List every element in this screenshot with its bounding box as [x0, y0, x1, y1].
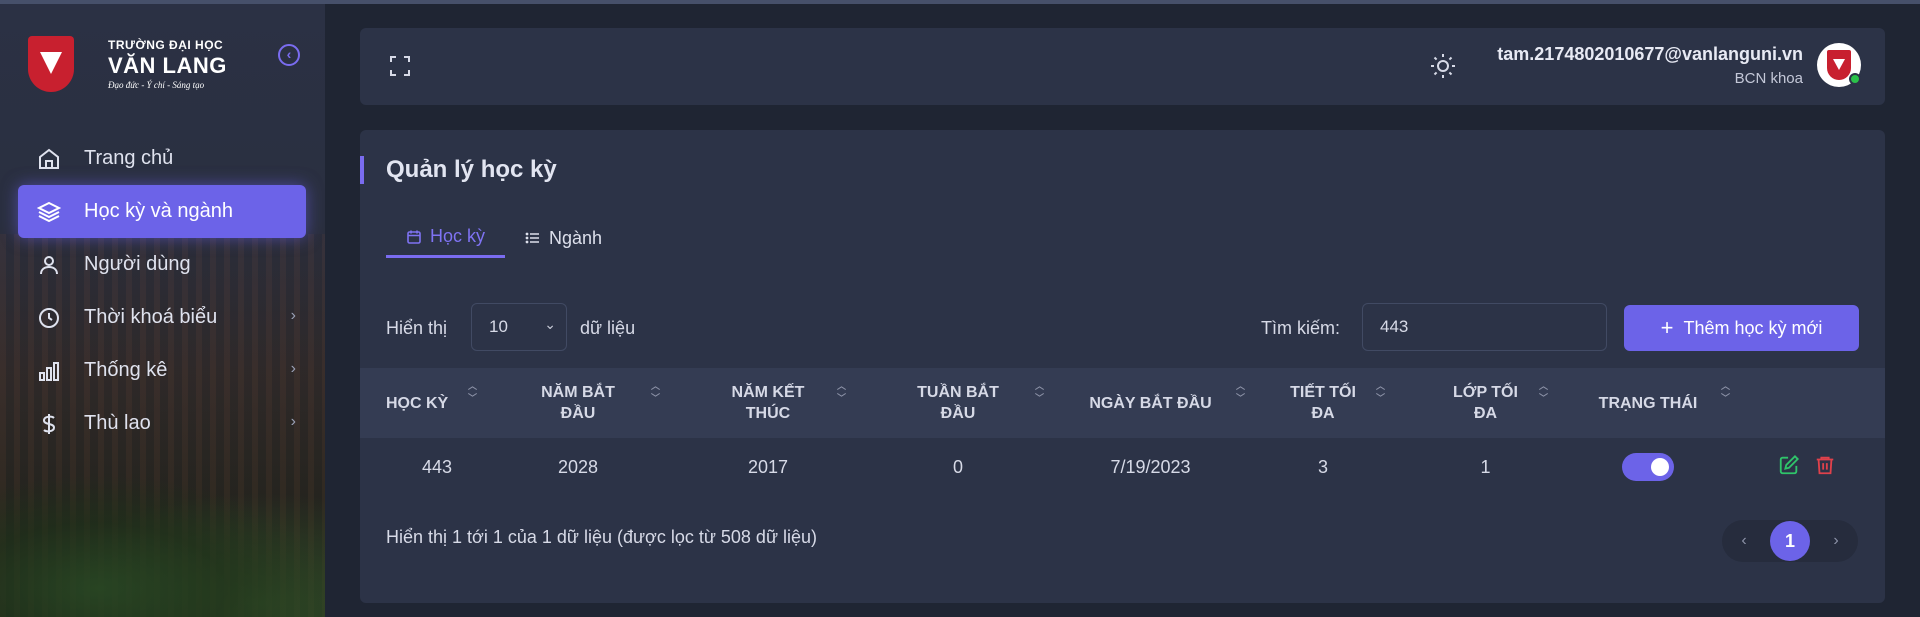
table-header-row: HỌC KỲ ︿ ﹀ NĂM BẮT ĐẦU ︿ ﹀ NĂM KẾT THÚC ︿ ﹀…: [360, 368, 1885, 438]
cell-hoc-ky: 443: [422, 456, 453, 477]
edit-icon[interactable]: [1778, 454, 1800, 481]
add-semester-button[interactable]: + Thêm học kỳ mới: [1624, 305, 1859, 351]
logo-shield-icon: [1827, 50, 1851, 80]
semester-management-card: Quản lý học kỳ Học kỳ Ngành Hiển thị 10 …: [360, 130, 1885, 603]
university-logo[interactable]: TRƯỜNG ĐẠI HỌC VĂN LANG Đạo đức - Ý chí …: [28, 34, 228, 98]
clock-icon: [36, 305, 62, 331]
chevron-right-icon: ›: [290, 360, 296, 377]
sort-icon: ︿ ﹀: [650, 381, 660, 403]
page-title: Quản lý học kỳ: [386, 156, 557, 183]
sidebar-item-thoi-khoa-bieu[interactable]: Thời khoá biểu ›: [18, 291, 306, 344]
column-header-tiet-toi-da[interactable]: TIẾT TỐI ĐA ︿ ﹀: [1243, 368, 1403, 438]
cell-trang-thai: [1568, 438, 1728, 496]
cell-nam-bat-dau: 2028: [557, 456, 599, 477]
tab-label: Ngành: [549, 227, 603, 248]
column-header-hoc-ky[interactable]: HỌC KỲ ︿ ﹀: [360, 368, 478, 438]
page-button-current[interactable]: 1: [1770, 521, 1810, 561]
column-header-ngay-bat-dau[interactable]: NGÀY BẮT ĐẦU ︿ ﹀: [1058, 368, 1245, 438]
tab-bar: Học kỳ Ngành: [386, 218, 622, 258]
cell-nam-ket-thuc: 2017: [747, 456, 789, 477]
user-role: BCN khoa: [1734, 70, 1803, 87]
plus-icon: +: [1660, 315, 1674, 340]
column-header-nam-ket-thuc[interactable]: NĂM KẾT THÚC ︿ ﹀: [678, 368, 858, 438]
user-email: tam.2174802010677@vanlanguni.vn: [1497, 44, 1803, 64]
theme-toggle-sun-icon[interactable]: [1429, 52, 1457, 80]
sort-icon: ︿ ﹀: [836, 381, 846, 403]
entries-label: dữ liệu: [580, 318, 636, 338]
sort-icon: ︿ ﹀: [468, 381, 478, 403]
sidebar-item-label: Thống kê: [84, 359, 168, 381]
sidebar-item-label: Thời khoá biểu: [84, 306, 218, 328]
logo-shield-icon: [28, 36, 74, 92]
column-header-tuan-bat-dau[interactable]: TUẦN BẮT ĐẦU ︿ ﹀: [858, 368, 1058, 438]
sidebar-item-label: Người dùng: [84, 253, 191, 275]
search-label: Tìm kiếm:: [1261, 318, 1340, 338]
cell-lop-toi-da: 1: [1480, 456, 1491, 477]
tab-nganh[interactable]: Ngành: [505, 218, 622, 258]
avatar[interactable]: [1817, 43, 1861, 87]
bar-chart-icon: [36, 358, 62, 384]
sidebar-item-hoc-ky-va-nganh[interactable]: Học kỳ và ngành: [18, 185, 306, 238]
sidebar-background-trees: [0, 474, 325, 617]
chevron-right-icon: ›: [290, 307, 296, 324]
chevron-down-icon: ⌄: [544, 316, 556, 332]
sidebar-item-nguoi-dung[interactable]: Người dùng: [18, 238, 306, 291]
sidebar-item-label: Học kỳ và ngành: [84, 200, 233, 222]
logo-line1: TRƯỜNG ĐẠI HỌC: [108, 38, 224, 52]
list-icon: [525, 230, 541, 246]
cell-ngay-bat-dau: 7/19/2023: [1110, 456, 1191, 477]
online-status-dot: [1849, 73, 1861, 85]
sidebar-item-trang-chu[interactable]: Trang chủ: [18, 132, 306, 185]
sidebar-item-label: Thù lao: [84, 412, 151, 434]
calendar-icon: [406, 229, 422, 245]
table-row: 443 2028 2017 0 7/19/2023 3 1: [360, 438, 1885, 496]
column-header-nam-bat-dau[interactable]: NĂM BẮT ĐẦU ︿ ﹀: [478, 368, 678, 438]
delete-icon[interactable]: [1814, 454, 1836, 481]
page-length-select[interactable]: 10 ⌄: [471, 303, 567, 351]
fullscreen-icon[interactable]: [388, 54, 412, 78]
home-icon: [36, 146, 62, 172]
sidebar: TRƯỜNG ĐẠI HỌC VĂN LANG Đạo đức - Ý chí …: [0, 4, 325, 617]
show-entries-label: Hiển thị: [386, 318, 448, 338]
sort-icon: ︿ ﹀: [1375, 381, 1385, 403]
title-accent-bar: [360, 156, 364, 184]
sidebar-item-label: Trang chủ: [84, 147, 174, 169]
sidebar-nav: Trang chủ Học kỳ và ngành Người dùng Thờ…: [18, 132, 306, 450]
status-toggle[interactable]: [1622, 453, 1674, 481]
cell-tiet-toi-da: 3: [1317, 456, 1328, 477]
logo-line2: VĂN LANG: [108, 53, 227, 78]
sort-icon: ︿ ﹀: [1538, 381, 1548, 403]
layers-icon: [36, 199, 62, 225]
dollar-icon: [36, 411, 62, 437]
tab-hoc-ky[interactable]: Học kỳ: [386, 218, 506, 258]
logo-slogan: Đạo đức - Ý chí - Sáng tạo: [108, 80, 205, 90]
cell-actions: [1728, 438, 1885, 496]
sort-icon: ︿ ﹀: [1034, 381, 1044, 403]
column-header-actions: [1728, 368, 1885, 438]
sidebar-item-thong-ke[interactable]: Thống kê ›: [18, 344, 306, 397]
page-length-value: 10: [489, 317, 508, 336]
previous-page-icon[interactable]: ‹: [1734, 532, 1754, 550]
tab-label: Học kỳ: [430, 226, 486, 246]
pagination: ‹ 1 ›: [1722, 520, 1858, 562]
add-semester-label: Thêm học kỳ mới: [1683, 317, 1823, 338]
collapse-sidebar-icon[interactable]: ‹: [278, 44, 300, 66]
next-page-icon[interactable]: ›: [1826, 532, 1846, 550]
top-header: tam.2174802010677@vanlanguni.vn BCN khoa: [360, 28, 1885, 105]
table-info: Hiển thị 1 tới 1 của 1 dữ liệu (được lọc…: [386, 527, 818, 547]
search-input[interactable]: [1362, 303, 1607, 351]
sidebar-item-thu-lao[interactable]: Thù lao ›: [18, 397, 306, 450]
cell-tuan-bat-dau: 0: [952, 456, 963, 477]
column-header-trang-thai[interactable]: TRẠNG THÁI ︿ ﹀: [1568, 368, 1730, 438]
chevron-right-icon: ›: [290, 413, 296, 430]
semester-table: HỌC KỲ ︿ ﹀ NĂM BẮT ĐẦU ︿ ﹀ NĂM KẾT THÚC ︿ ﹀…: [360, 368, 1885, 496]
column-header-lop-toi-da[interactable]: LỚP TỐI ĐA ︿ ﹀: [1403, 368, 1568, 438]
user-icon: [36, 252, 62, 278]
